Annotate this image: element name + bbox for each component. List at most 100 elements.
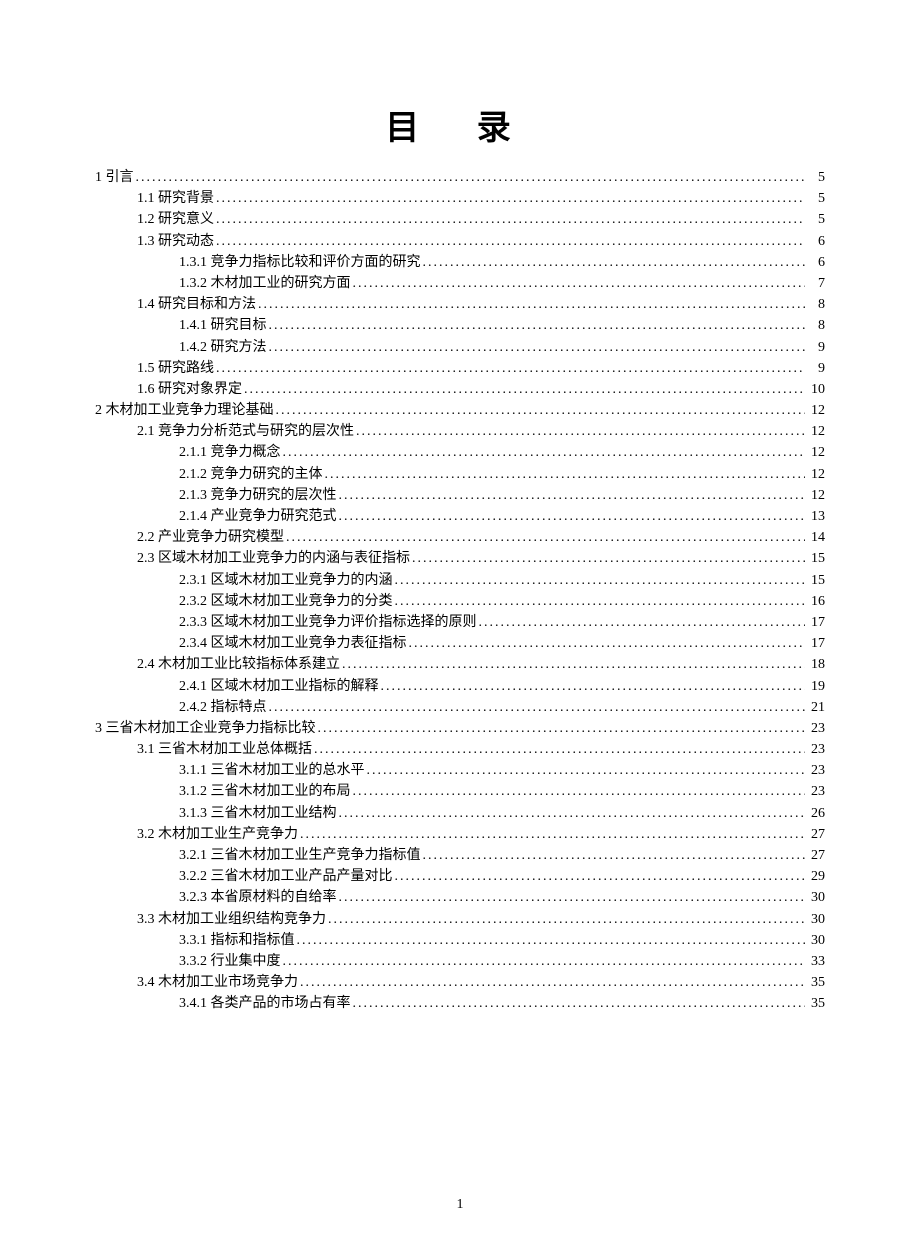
toc-entry[interactable]: 3.1.3 三省木材加工业结构26 (95, 807, 825, 821)
toc-entry-label: 3.4 木材加工业市场竞争力 (137, 976, 298, 990)
toc-entry-page: 17 (807, 637, 825, 651)
toc-entry-page: 12 (807, 489, 825, 503)
toc-entry[interactable]: 1.2 研究意义5 (95, 213, 825, 227)
toc-entry[interactable]: 2.1.2 竞争力研究的主体12 (95, 468, 825, 482)
toc-entry[interactable]: 3.1.1 三省木材加工业的总水平23 (95, 764, 825, 778)
toc-entry-page: 23 (807, 743, 825, 757)
toc-leader-dots (342, 658, 805, 672)
toc-leader-dots (328, 913, 805, 927)
toc-entry-page: 16 (807, 595, 825, 609)
toc-entry-label: 2.3.3 区域木材加工业竞争力评价指标选择的原则 (179, 616, 477, 630)
toc-entry[interactable]: 2.4.2 指标特点21 (95, 701, 825, 715)
toc-entry[interactable]: 3.2 木材加工业生产竞争力27 (95, 828, 825, 842)
toc-entry[interactable]: 3.1 三省木材加工业总体概括23 (95, 743, 825, 757)
toc-entry-page: 21 (807, 701, 825, 715)
toc-entry-page: 14 (807, 531, 825, 545)
toc-entry-label: 2.4 木材加工业比较指标体系建立 (137, 658, 340, 672)
toc-entry[interactable]: 1.5 研究路线9 (95, 362, 825, 376)
toc-entry[interactable]: 2.1.4 产业竞争力研究范式13 (95, 510, 825, 524)
toc-entry[interactable]: 2.2 产业竞争力研究模型14 (95, 531, 825, 545)
toc-entry-page: 10 (807, 383, 825, 397)
toc-entry[interactable]: 2.1 竞争力分析范式与研究的层次性12 (95, 425, 825, 439)
toc-entry-label: 2.3.1 区域木材加工业竞争力的内涵 (179, 574, 393, 588)
toc-entry-page: 6 (807, 235, 825, 249)
toc-leader-dots (269, 701, 806, 715)
toc-entry[interactable]: 3.3.2 行业集中度33 (95, 955, 825, 969)
toc-entry[interactable]: 3.4.1 各类产品的市场占有率35 (95, 997, 825, 1011)
toc-entry-page: 35 (807, 976, 825, 990)
toc-leader-dots (269, 319, 806, 333)
toc-entry[interactable]: 1.3.2 木材加工业的研究方面7 (95, 277, 825, 291)
toc-entry[interactable]: 3.2.3 本省原材料的自给率 30 (95, 891, 825, 905)
toc-entry[interactable]: 1.3.1 竞争力指标比较和评价方面的研究6 (95, 256, 825, 270)
toc-entry[interactable]: 1.4.2 研究方法9 (95, 341, 825, 355)
toc-entry[interactable]: 1.6 研究对象界定 10 (95, 383, 825, 397)
toc-entry-page: 26 (807, 807, 825, 821)
toc-entry[interactable]: 2.4.1 区域木材加工业指标的解释19 (95, 680, 825, 694)
toc-entry-label: 1.6 研究对象界定 (137, 383, 242, 397)
toc-entry-page: 19 (807, 680, 825, 694)
toc-entry-page: 12 (807, 468, 825, 482)
toc-entry-page: 12 (807, 425, 825, 439)
toc-leader-dots (479, 616, 806, 630)
toc-leader-dots (318, 722, 806, 736)
toc-entry-page: 23 (807, 785, 825, 799)
toc-entry[interactable]: 3.3.1 指标和指标值30 (95, 934, 825, 948)
toc-entry[interactable]: 3.4 木材加工业市场竞争力 35 (95, 976, 825, 990)
toc-entry[interactable]: 1 引言5 (95, 171, 825, 185)
toc-entry[interactable]: 1.4.1 研究目标8 (95, 319, 825, 333)
toc-entry[interactable]: 2.4 木材加工业比较指标体系建立18 (95, 658, 825, 672)
toc-leader-dots (216, 235, 805, 249)
toc-entry-label: 3 三省木材加工企业竞争力指标比较 (95, 722, 316, 736)
toc-entry[interactable]: 1.1 研究背景5 (95, 192, 825, 206)
toc-entry-page: 23 (807, 722, 825, 736)
toc-leader-dots (395, 595, 806, 609)
toc-entry[interactable]: 2.3.2 区域木材加工业竞争力的分类16 (95, 595, 825, 609)
toc-entry-label: 1.5 研究路线 (137, 362, 214, 376)
toc-entry-page: 27 (807, 849, 825, 863)
toc-leader-dots (367, 764, 806, 778)
toc-entry-label: 2 木材加工业竞争力理论基础 (95, 404, 274, 418)
toc-entry[interactable]: 3.2.2 三省木材加工业产品产量对比29 (95, 870, 825, 884)
toc-entry-label: 1.1 研究背景 (137, 192, 214, 206)
toc-entry-label: 1.3 研究动态 (137, 235, 214, 249)
toc-leader-dots (409, 637, 806, 651)
toc-leader-dots (269, 341, 806, 355)
toc-entry[interactable]: 2.1.3 竞争力研究的层次性12 (95, 489, 825, 503)
toc-entry-page: 23 (807, 764, 825, 778)
toc-entry-page: 30 (807, 891, 825, 905)
toc-entry[interactable]: 1.4 研究目标和方法8 (95, 298, 825, 312)
toc-leader-dots (216, 213, 805, 227)
toc-entry[interactable]: 2.3.4 区域木材加工业竞争力表征指标17 (95, 637, 825, 651)
toc-entry-page: 8 (807, 319, 825, 333)
toc-entry[interactable]: 3.3 木材加工业组织结构竞争力 30 (95, 913, 825, 927)
toc-leader-dots (339, 510, 806, 524)
toc-entry-page: 17 (807, 616, 825, 630)
toc-entry[interactable]: 2.1.1 竞争力概念12 (95, 446, 825, 460)
toc-entry-label: 1.4.2 研究方法 (179, 341, 267, 355)
toc-entry-label: 3.2.3 本省原材料的自给率 (179, 891, 337, 905)
toc-entry-page: 29 (807, 870, 825, 884)
toc-entry[interactable]: 3.2.1 三省木材加工业生产竞争力指标值27 (95, 849, 825, 863)
toc-entry[interactable]: 2.3.3 区域木材加工业竞争力评价指标选择的原则 17 (95, 616, 825, 630)
toc-leader-dots (283, 446, 806, 460)
toc-entry[interactable]: 1.3 研究动态 6 (95, 235, 825, 249)
toc-leader-dots (325, 468, 806, 482)
toc-entry[interactable]: 2.3 区域木材加工业竞争力的内涵与表征指标15 (95, 552, 825, 566)
toc-entry[interactable]: 2.3.1 区域木材加工业竞争力的内涵15 (95, 574, 825, 588)
toc-leader-dots (258, 298, 805, 312)
toc-leader-dots (353, 785, 806, 799)
toc-entry-label: 3.1.2 三省木材加工业的布局 (179, 785, 351, 799)
toc-leader-dots (283, 955, 806, 969)
toc-entry-page: 30 (807, 913, 825, 927)
toc-entry-label: 2.1.1 竞争力概念 (179, 446, 281, 460)
toc-entry[interactable]: 3 三省木材加工企业竞争力指标比较 23 (95, 722, 825, 736)
toc-leader-dots (300, 976, 805, 990)
toc-entry-page: 27 (807, 828, 825, 842)
toc-entry-label: 3.3 木材加工业组织结构竞争力 (137, 913, 326, 927)
page-number: 1 (0, 1197, 920, 1213)
toc-entry-page: 13 (807, 510, 825, 524)
toc-entry[interactable]: 3.1.2 三省木材加工业的布局 23 (95, 785, 825, 799)
toc-entry[interactable]: 2 木材加工业竞争力理论基础12 (95, 404, 825, 418)
page-title: 目 录 (95, 100, 825, 149)
